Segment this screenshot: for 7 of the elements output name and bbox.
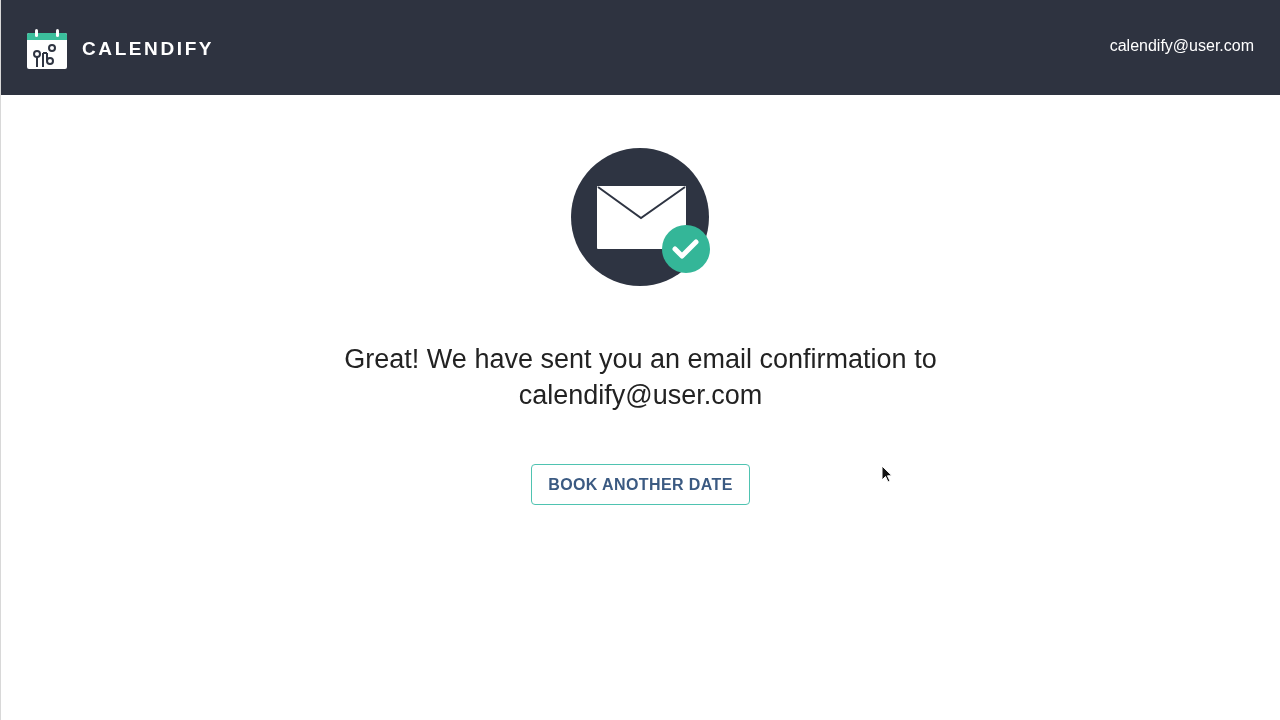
calendar-logo-icon: [27, 28, 67, 69]
cursor-icon: [881, 465, 893, 483]
envelope-check-icon: [571, 148, 711, 288]
confirmation-message: Great! We have sent you an email confirmation to calendify@user.com: [343, 343, 938, 412]
user-email: calendify@user.com: [1109, 37, 1254, 55]
logo-text: CALENDIFY: [82, 37, 215, 60]
book-another-date-button[interactable]: BOOK ANOTHER DATE: [531, 464, 750, 505]
